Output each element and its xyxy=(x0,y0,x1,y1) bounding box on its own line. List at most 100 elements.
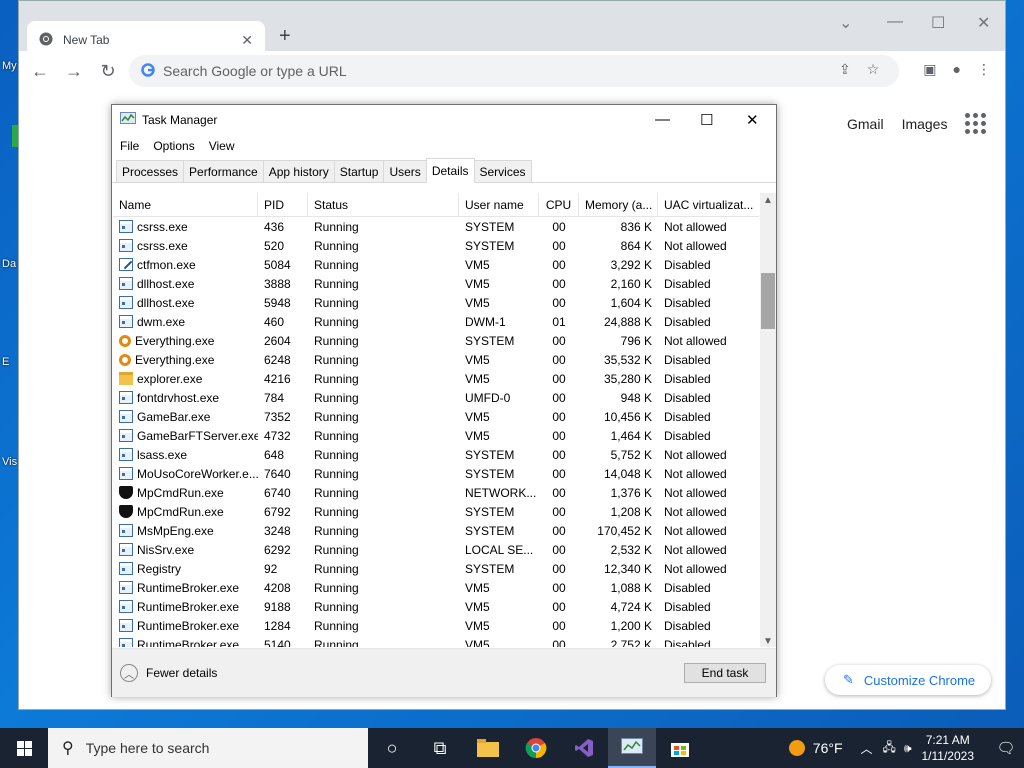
menu-file[interactable]: File xyxy=(120,139,139,153)
table-row[interactable]: RuntimeBroker.exe 1284 Running VM5 00 1,200 K… xyxy=(113,616,759,635)
gmail-link[interactable]: Gmail xyxy=(847,116,884,132)
column-header-cpu[interactable]: CPU xyxy=(539,193,579,217)
table-row[interactable]: csrss.exe 436 Running SYSTEM 00 836 K Not allo… xyxy=(113,217,759,236)
close-icon[interactable]: ✕ xyxy=(746,111,759,129)
volume-icon[interactable]: 🕪 xyxy=(904,741,912,756)
cell-memory: 35,280 K xyxy=(603,371,652,386)
tab-app-history[interactable]: App history xyxy=(262,160,335,182)
network-icon[interactable]: 🖧 xyxy=(883,738,896,759)
column-header-memory[interactable]: Memory (a... xyxy=(579,193,658,217)
table-row[interactable]: ctfmon.exe 5084 Running VM5 00 3,292 K Disable… xyxy=(113,255,759,274)
cortana-icon[interactable]: ○ xyxy=(368,728,416,768)
chevron-up-icon[interactable]: ︿ xyxy=(120,664,138,682)
menu-view[interactable]: View xyxy=(209,139,235,153)
scroll-down-icon[interactable]: ▼ xyxy=(760,636,776,647)
column-header-user-name[interactable]: User name xyxy=(459,193,539,217)
clock[interactable]: 7:21 AM 1/11/2023 xyxy=(922,732,975,764)
column-header-pid[interactable]: PID xyxy=(258,193,308,217)
file-explorer-icon[interactable] xyxy=(464,728,512,768)
images-link[interactable]: Images xyxy=(902,116,948,132)
task-view-icon[interactable]: ⧉ xyxy=(416,728,464,768)
table-row[interactable]: dllhost.exe 5948 Running VM5 00 1,604 K Disabl… xyxy=(113,293,759,312)
back-icon[interactable]: ← xyxy=(23,61,57,82)
tab-services[interactable]: Services xyxy=(473,160,532,182)
tab-processes[interactable]: Processes xyxy=(116,160,185,182)
table-row[interactable]: MpCmdRun.exe 6792 Running SYSTEM 00 1,208 K No… xyxy=(113,502,759,521)
scroll-up-icon[interactable]: ▲ xyxy=(760,195,776,206)
table-row[interactable]: dwm.exe 460 Running DWM-1 01 24,888 K Disabled xyxy=(113,312,759,331)
tab-details[interactable]: Details xyxy=(425,158,475,183)
forward-icon[interactable]: → xyxy=(57,61,91,82)
more-menu-icon[interactable]: ⋮ xyxy=(977,61,991,78)
minimize-icon[interactable]: — xyxy=(655,111,670,128)
table-row[interactable]: Everything.exe 6248 Running VM5 00 35,532 K Di… xyxy=(113,350,759,369)
column-header-uac-virtualization[interactable]: UAC virtualizat... xyxy=(658,193,759,217)
reload-icon[interactable]: ↻ xyxy=(91,61,125,82)
column-header-name[interactable]: Name xyxy=(113,193,258,217)
table-row[interactable]: RuntimeBroker.exe 5140 Running VM5 00 2,752 K… xyxy=(113,635,759,647)
window-app-icon xyxy=(119,429,133,442)
start-button[interactable] xyxy=(0,728,48,768)
clock-date: 1/11/2023 xyxy=(921,749,975,763)
column-header-status[interactable]: Status xyxy=(308,193,459,217)
address-bar[interactable]: Search Google or type a URL xyxy=(129,55,899,87)
side-panel-icon[interactable]: ▣ xyxy=(923,61,936,78)
bookmark-star-icon[interactable]: ☆ xyxy=(867,61,880,78)
notification-icon[interactable]: 🗨 xyxy=(988,739,1024,757)
table-row[interactable]: csrss.exe 520 Running SYSTEM 00 864 K Not allo… xyxy=(113,236,759,255)
cell-cpu: 00 xyxy=(552,219,566,234)
table-row[interactable]: lsass.exe 648 Running SYSTEM 00 5,752 K Not al… xyxy=(113,445,759,464)
google-apps-icon[interactable] xyxy=(965,113,987,134)
tab-startup[interactable]: Startup xyxy=(333,160,385,182)
scrollbar-thumb[interactable] xyxy=(761,273,775,329)
end-task-button[interactable]: End task xyxy=(684,663,766,683)
table-row[interactable]: RuntimeBroker.exe 9188 Running VM5 00 4,724 K… xyxy=(113,597,759,616)
visual-studio-icon[interactable] xyxy=(560,728,608,768)
table-row[interactable]: MsMpEng.exe 3248 Running SYSTEM 00 170,452 K N… xyxy=(113,521,759,540)
share-icon[interactable]: ⇪ xyxy=(839,61,851,78)
vertical-scrollbar[interactable]: ▲ ▼ xyxy=(760,193,776,647)
table-row[interactable]: Everything.exe 2604 Running SYSTEM 00 796 K No… xyxy=(113,331,759,350)
cell-status: Running xyxy=(314,618,359,633)
desktop-icon-label[interactable]: Da xyxy=(2,258,16,270)
task-manager-taskbar-icon[interactable] xyxy=(608,728,656,768)
table-row[interactable]: MpCmdRun.exe 6740 Running NETWORK... 00 1,376… xyxy=(113,483,759,502)
cell-pid: 9188 xyxy=(264,599,291,614)
show-hidden-icons-chevron-icon[interactable]: ︿ xyxy=(861,740,873,757)
fewer-details-link[interactable]: Fewer details xyxy=(146,666,217,680)
tab-users[interactable]: Users xyxy=(383,160,427,182)
cell-status: Running xyxy=(314,371,359,386)
table-row[interactable]: explorer.exe 4216 Running VM5 00 35,280 K Disa… xyxy=(113,369,759,388)
new-tab-plus-icon[interactable]: + xyxy=(279,25,291,48)
close-window-icon[interactable]: ✕ xyxy=(977,13,990,33)
table-row[interactable]: fontdrvhost.exe 784 Running UMFD-0 00 948 K Di… xyxy=(113,388,759,407)
minimize-icon[interactable]: — xyxy=(887,13,903,31)
tab-performance[interactable]: Performance xyxy=(183,160,264,182)
cell-name: lsass.exe xyxy=(113,448,258,462)
cell-uac: Not allowed xyxy=(664,504,727,519)
table-row[interactable]: dllhost.exe 3888 Running VM5 00 2,160 K Disabl… xyxy=(113,274,759,293)
table-row[interactable]: MoUsoCoreWorker.e... 7640 Running SYSTEM 00 1… xyxy=(113,464,759,483)
maximize-icon[interactable]: ☐ xyxy=(931,13,945,33)
taskbar-search-box[interactable]: ⚲ Type here to search xyxy=(48,728,368,768)
close-icon[interactable]: ✕ xyxy=(241,32,253,49)
task-manager-titlebar[interactable]: Task Manager xyxy=(112,105,776,135)
weather-temperature[interactable]: 76°F xyxy=(813,740,843,756)
desktop-icon-label[interactable]: E xyxy=(2,356,9,368)
desktop-icon-label[interactable]: Vis xyxy=(2,456,17,468)
table-row[interactable]: GameBar.exe 7352 Running VM5 00 10,456 K Disab… xyxy=(113,407,759,426)
tab-search-chevron-icon[interactable]: ⌄ xyxy=(839,13,852,33)
table-row[interactable]: RuntimeBroker.exe 4208 Running VM5 00 1,088 K… xyxy=(113,578,759,597)
menu-options[interactable]: Options xyxy=(153,139,194,153)
customize-chrome-button[interactable]: ✎ Customize Chrome xyxy=(825,665,991,695)
desktop-icon-label[interactable]: My xyxy=(2,60,17,72)
weather-sun-icon[interactable] xyxy=(788,740,805,756)
cell-cpu: 00 xyxy=(552,352,566,367)
chrome-taskbar-icon[interactable] xyxy=(512,728,560,768)
profile-avatar-icon[interactable]: ● xyxy=(953,61,961,78)
store-icon[interactable] xyxy=(656,728,704,768)
maximize-icon[interactable]: ☐ xyxy=(700,111,713,129)
table-row[interactable]: NisSrv.exe 6292 Running LOCAL SE... 00 2,532 … xyxy=(113,540,759,559)
table-row[interactable]: GameBarFTServer.exe 4732 Running VM5 00 1,464… xyxy=(113,426,759,445)
table-row[interactable]: Registry 92 Running SYSTEM 00 12,340 K Not all… xyxy=(113,559,759,578)
